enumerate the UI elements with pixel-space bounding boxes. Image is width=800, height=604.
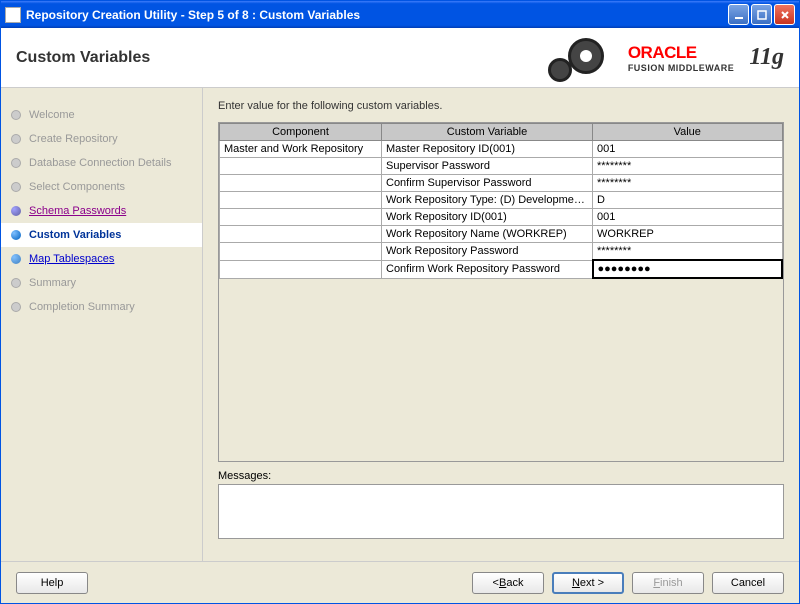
- gear-icon: [568, 38, 604, 74]
- messages-label: Messages:: [218, 470, 784, 482]
- cell-component: [220, 175, 382, 192]
- button-bar: Help < Back Next > Finish Cancel: [1, 561, 799, 603]
- cell-variable: Confirm Supervisor Password: [382, 175, 593, 192]
- instruction-text: Enter value for the following custom var…: [218, 100, 784, 112]
- variables-table-container: Component Custom Variable Value Master a…: [218, 122, 784, 462]
- cell-variable: Work Repository ID(001): [382, 209, 593, 226]
- step-bullet-icon: [11, 302, 21, 312]
- cell-variable: Work Repository Password: [382, 243, 593, 261]
- body: Welcome Create Repository Database Connect…: [1, 88, 799, 561]
- step-label: Select Components: [29, 181, 125, 193]
- step-bullet-icon: [11, 182, 21, 192]
- cell-value[interactable]: ●●●●●●●●: [593, 260, 783, 278]
- step-label: Database Connection Details: [29, 157, 171, 169]
- step-bullet-icon: [11, 134, 21, 144]
- main-panel: Enter value for the following custom var…: [203, 88, 799, 561]
- help-button[interactable]: Help: [16, 572, 88, 594]
- step-label: Map Tablespaces: [29, 253, 114, 265]
- cell-component: [220, 243, 382, 261]
- cell-component: [220, 158, 382, 175]
- wizard-step-4[interactable]: Schema Passwords: [11, 199, 192, 223]
- cell-variable: Work Repository Name (WORKREP): [382, 226, 593, 243]
- cell-component: Master and Work Repository: [220, 141, 382, 158]
- cell-component: [220, 226, 382, 243]
- wizard-step-5: Custom Variables: [1, 223, 202, 247]
- col-variable: Custom Variable: [382, 124, 593, 141]
- step-label: Schema Passwords: [29, 205, 126, 217]
- table-row: Work Repository Password********: [220, 243, 783, 261]
- wizard-step-2: Database Connection Details: [11, 151, 192, 175]
- cell-variable: Supervisor Password: [382, 158, 593, 175]
- wizard-step-7: Summary: [11, 271, 192, 295]
- window: Repository Creation Utility - Step 5 of …: [0, 0, 800, 604]
- cell-component: [220, 209, 382, 226]
- cell-component: [220, 260, 382, 278]
- wizard-step-6[interactable]: Map Tablespaces: [11, 247, 192, 271]
- cell-value[interactable]: ********: [593, 243, 783, 261]
- messages-box: [218, 484, 784, 539]
- cell-variable: Work Repository Type: (D) Developmen...: [382, 192, 593, 209]
- table-row: Confirm Supervisor Password********: [220, 175, 783, 192]
- maximize-icon: [757, 10, 767, 20]
- step-bullet-icon: [11, 254, 21, 264]
- wizard-sidebar: Welcome Create Repository Database Connect…: [1, 88, 203, 561]
- step-bullet-icon: [11, 206, 21, 216]
- titlebar: Repository Creation Utility - Step 5 of …: [1, 1, 799, 28]
- step-label: Welcome: [29, 109, 75, 121]
- table-row: Confirm Work Repository Password●●●●●●●●: [220, 260, 783, 278]
- window-controls: [728, 4, 795, 25]
- table-row: Master and Work RepositoryMaster Reposit…: [220, 141, 783, 158]
- gears-decoration: [548, 33, 628, 83]
- brand-version: 11g: [749, 44, 784, 71]
- cell-value[interactable]: 001: [593, 209, 783, 226]
- wizard-step-0: Welcome: [11, 103, 192, 127]
- brand-main: ORACLE: [628, 43, 735, 63]
- table-row: Work Repository ID(001)001: [220, 209, 783, 226]
- brand-logo: ORACLE FUSION MIDDLEWARE 11g: [628, 43, 784, 73]
- col-value: Value: [593, 124, 783, 141]
- step-bullet-icon: [11, 230, 21, 240]
- cell-value[interactable]: WORKREP: [593, 226, 783, 243]
- close-button[interactable]: [774, 4, 795, 25]
- cell-variable: Master Repository ID(001): [382, 141, 593, 158]
- cell-value[interactable]: D: [593, 192, 783, 209]
- cancel-button[interactable]: Cancel: [712, 572, 784, 594]
- gear-icon: [548, 58, 572, 82]
- table-row: Work Repository Type: (D) Developmen...D: [220, 192, 783, 209]
- step-bullet-icon: [11, 158, 21, 168]
- step-label: Create Repository: [29, 133, 118, 145]
- table-row: Work Repository Name (WORKREP)WORKREP: [220, 226, 783, 243]
- back-button[interactable]: < Back: [472, 572, 544, 594]
- step-label: Summary: [29, 277, 76, 289]
- table-row: Supervisor Password********: [220, 158, 783, 175]
- minimize-button[interactable]: [728, 4, 749, 25]
- step-label: Custom Variables: [29, 229, 121, 241]
- cell-value[interactable]: ********: [593, 175, 783, 192]
- minimize-icon: [734, 10, 744, 20]
- wizard-step-8: Completion Summary: [11, 295, 192, 319]
- cell-value[interactable]: ********: [593, 158, 783, 175]
- header: Custom Variables ORACLE FUSION MIDDLEWAR…: [1, 28, 799, 88]
- window-title: Repository Creation Utility - Step 5 of …: [26, 8, 728, 22]
- cell-variable: Confirm Work Repository Password: [382, 260, 593, 278]
- cell-component: [220, 192, 382, 209]
- cell-value[interactable]: 001: [593, 141, 783, 158]
- col-component: Component: [220, 124, 382, 141]
- wizard-step-3: Select Components: [11, 175, 192, 199]
- step-bullet-icon: [11, 278, 21, 288]
- step-label: Completion Summary: [29, 301, 135, 313]
- brand-sub: FUSION MIDDLEWARE: [628, 63, 735, 73]
- page-title: Custom Variables: [16, 49, 548, 67]
- close-icon: [780, 10, 790, 20]
- finish-button: Finish: [632, 572, 704, 594]
- app-icon: [5, 7, 21, 23]
- maximize-button[interactable]: [751, 4, 772, 25]
- next-button[interactable]: Next >: [552, 572, 624, 594]
- step-bullet-icon: [11, 110, 21, 120]
- variables-table: Component Custom Variable Value Master a…: [219, 123, 783, 279]
- wizard-step-1: Create Repository: [11, 127, 192, 151]
